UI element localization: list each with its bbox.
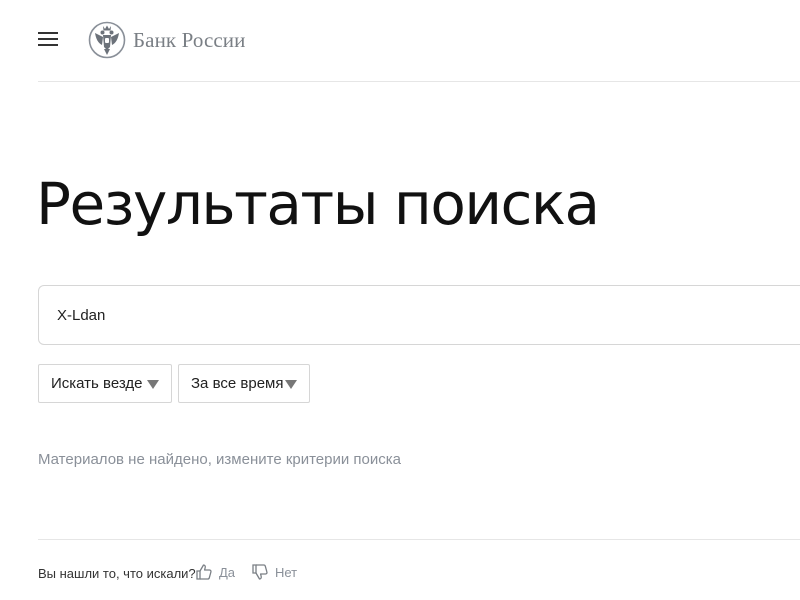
- site-logo[interactable]: Банк России: [88, 16, 245, 64]
- thumbs-up-icon: [196, 564, 212, 580]
- filter-period-value: За все время: [191, 375, 284, 392]
- double-headed-eagle-icon: [88, 21, 126, 59]
- site-header: Банк России: [38, 0, 800, 82]
- triangle-down-icon: [147, 380, 159, 389]
- logo-text: Банк России: [133, 27, 246, 52]
- filter-scope-select[interactable]: Искать везде: [38, 364, 172, 403]
- feedback-yes-button[interactable]: Да: [194, 561, 235, 583]
- feedback-yes-label: Да: [219, 564, 236, 580]
- hamburger-icon[interactable]: [38, 30, 58, 48]
- feedback-question: Вы нашли то, что искали?: [38, 566, 196, 581]
- page-title: Результаты поиска: [36, 170, 600, 238]
- filter-period-select[interactable]: За все время: [178, 364, 310, 403]
- feedback-bar: Вы нашли то, что искали? Да Нет: [38, 539, 800, 600]
- page: Банк России Результаты поиска Искать вез…: [0, 0, 800, 600]
- feedback-no-label: Нет: [275, 564, 298, 580]
- triangle-down-icon: [285, 380, 297, 389]
- feedback-no-button[interactable]: Нет: [250, 561, 297, 583]
- empty-results-message: Материалов не найдено, измените критерии…: [38, 451, 401, 468]
- search-input[interactable]: [39, 286, 800, 344]
- search-field: [38, 285, 800, 345]
- thumbs-down-icon: [252, 564, 268, 580]
- filter-scope-value: Искать везде: [51, 375, 143, 392]
